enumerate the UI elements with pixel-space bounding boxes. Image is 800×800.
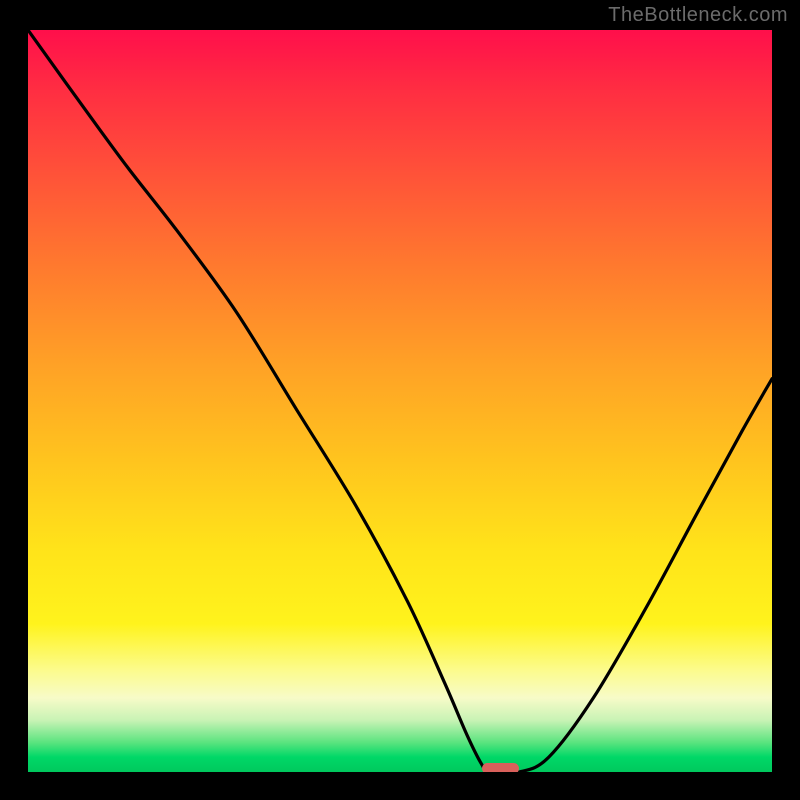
chart-frame: TheBottleneck.com — [0, 0, 800, 800]
bottleneck-curve — [28, 30, 772, 772]
optimal-marker — [482, 763, 519, 772]
plot-area — [28, 30, 772, 772]
watermark-text: TheBottleneck.com — [608, 4, 788, 27]
